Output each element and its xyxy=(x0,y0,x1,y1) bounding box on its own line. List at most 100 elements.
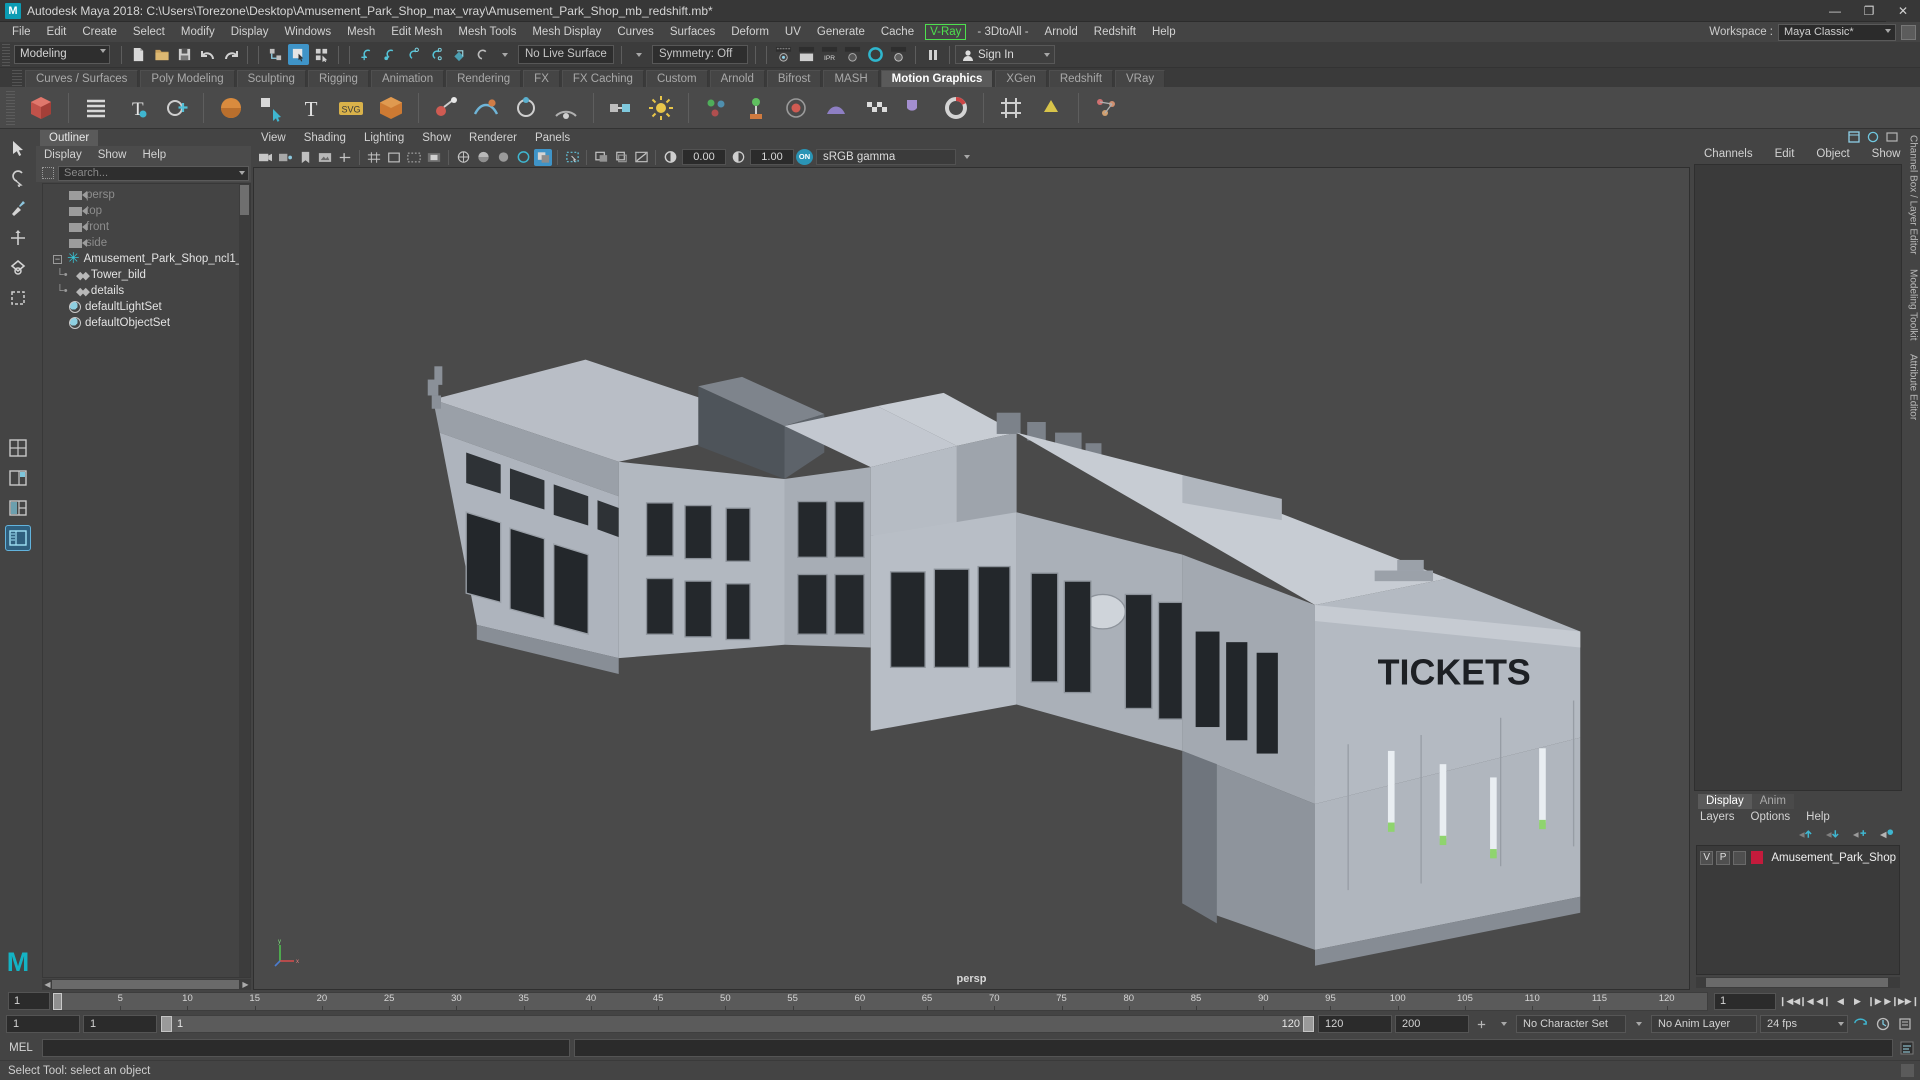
menu-surfaces[interactable]: Surfaces xyxy=(662,22,723,42)
menu-select[interactable]: Select xyxy=(125,22,173,42)
time-slider-ruler[interactable]: 5 10 15 20 25 30 35 40 45 50 55 60 65 70 75 80 85 90 95 100… xyxy=(52,991,1708,1011)
mash-box-icon[interactable] xyxy=(374,91,408,125)
auto-keyframe-icon[interactable] xyxy=(1873,1015,1892,1034)
outliner-tree[interactable]: persp top front side − ✳ Amusement_Park_Shop_n… xyxy=(42,183,251,978)
step-back-key-icon[interactable]: ❙◀ xyxy=(1799,993,1814,1009)
wireframe-shading-icon[interactable] xyxy=(454,149,472,166)
animation-end-field[interactable]: 200 xyxy=(1395,1015,1469,1033)
ambient-occlusion-icon[interactable] xyxy=(612,149,630,166)
make-live-button[interactable] xyxy=(471,44,492,65)
workspace-select[interactable]: Maya Classic* xyxy=(1778,23,1896,41)
outliner-item-top[interactable]: top xyxy=(43,203,250,219)
go-to-end-icon[interactable]: ▶▶❙ xyxy=(1898,993,1919,1009)
shelf-tab-sculpting[interactable]: Sculpting xyxy=(236,70,306,87)
motion-blur-icon[interactable] xyxy=(632,149,650,166)
mash-light-icon[interactable] xyxy=(644,91,678,125)
channel-box-tab-show[interactable]: Show xyxy=(1872,148,1901,160)
step-back-frame-icon[interactable]: ◀❙ xyxy=(1816,993,1831,1009)
menu-redshift[interactable]: Redshift xyxy=(1086,22,1144,42)
shelf-tab-mash[interactable]: MASH xyxy=(823,70,879,87)
select-camera-icon[interactable] xyxy=(256,149,274,166)
search-icon[interactable] xyxy=(42,167,54,179)
add-selected-to-layer-icon[interactable] xyxy=(1879,828,1894,840)
exposure-icon[interactable] xyxy=(661,149,679,166)
shelf-tab-fx-caching[interactable]: FX Caching xyxy=(561,70,644,87)
viewport-menu-lighting[interactable]: Lighting xyxy=(364,132,404,144)
lasso-tool-button[interactable] xyxy=(5,165,31,191)
step-forward-frame-icon[interactable]: ❙▶ xyxy=(1867,993,1882,1009)
outliner-horizontal-scrollbar[interactable]: ◀ ▶ xyxy=(42,979,251,990)
menu-mesh[interactable]: Mesh xyxy=(339,22,383,42)
menu-uv[interactable]: UV xyxy=(777,22,809,42)
gamma-icon[interactable] xyxy=(729,149,747,166)
mash-soft-icon[interactable] xyxy=(819,91,853,125)
mash-network-icon[interactable] xyxy=(24,91,58,125)
menu-curves[interactable]: Curves xyxy=(609,22,661,42)
range-slider-track[interactable]: 1 120 xyxy=(160,1015,1315,1033)
vertical-tab-attribute-editor[interactable]: Attribute Editor xyxy=(1908,354,1919,420)
outliner-tab[interactable]: Outliner xyxy=(40,130,99,146)
mash-trails-icon[interactable] xyxy=(469,91,503,125)
menu-v-ray[interactable]: V-Ray xyxy=(925,24,967,40)
mash-add-icon[interactable] xyxy=(159,91,193,125)
menu-file[interactable]: File xyxy=(4,22,39,42)
select-by-component-type-button[interactable] xyxy=(311,44,332,65)
outliner-item-amusement_park_shop_ncl1_1[interactable]: − ✳ Amusement_Park_Shop_ncl1_1 xyxy=(43,251,250,267)
range-slider-menu-icon[interactable] xyxy=(1472,1015,1491,1034)
play-backwards-icon[interactable]: ◀ xyxy=(1833,993,1848,1009)
image-plane-icon[interactable] xyxy=(316,149,334,166)
scroll-left-icon[interactable]: ◀ xyxy=(43,980,52,989)
mash-signal-icon[interactable] xyxy=(549,91,583,125)
minimize-icon[interactable]: — xyxy=(1818,0,1852,22)
mash-cluster-icon[interactable] xyxy=(699,91,733,125)
mash-type-icon[interactable]: T xyxy=(294,91,328,125)
channel-box-tab-object[interactable]: Object xyxy=(1816,148,1849,160)
shelf-tab-rendering[interactable]: Rendering xyxy=(446,70,522,87)
render-view-button[interactable] xyxy=(888,44,909,65)
viewport-menu-panels[interactable]: Panels xyxy=(535,132,570,144)
script-editor-icon[interactable] xyxy=(1897,1039,1916,1058)
exposure-field[interactable]: 0.00 xyxy=(682,149,726,165)
command-input[interactable] xyxy=(42,1039,570,1057)
character-set-dropdown-arrow[interactable] xyxy=(1494,1015,1513,1034)
grid-toggle-icon[interactable] xyxy=(365,149,383,166)
shelf-tab-redshift[interactable]: Redshift xyxy=(1048,70,1114,87)
persp-viewport[interactable]: TICKETS y x persp xyxy=(253,167,1690,990)
outliner-menu-show[interactable]: Show xyxy=(98,149,127,161)
range-start-handle[interactable] xyxy=(161,1016,172,1032)
shelf-grip-handle[interactable] xyxy=(12,70,22,87)
ipr-render-button[interactable] xyxy=(796,44,817,65)
toolbar-grip-handle[interactable] xyxy=(2,43,10,66)
snap-to-point-button[interactable] xyxy=(402,44,423,65)
snap-to-view-plane-button[interactable] xyxy=(448,44,469,65)
outliner-menu-help[interactable]: Help xyxy=(143,149,167,161)
mash-svg-icon[interactable]: SVG xyxy=(334,91,368,125)
scroll-right-icon[interactable]: ▶ xyxy=(241,980,250,989)
open-scene-button[interactable] xyxy=(151,44,172,65)
shelf-tab-custom[interactable]: Custom xyxy=(645,70,708,87)
menu-create[interactable]: Create xyxy=(74,22,125,42)
menu-mesh-display[interactable]: Mesh Display xyxy=(524,22,609,42)
layer-menu-help[interactable]: Help xyxy=(1806,811,1830,823)
menu-deform[interactable]: Deform xyxy=(723,22,777,42)
select-by-object-type-button[interactable] xyxy=(288,44,309,65)
animation-preferences-icon[interactable] xyxy=(1895,1015,1914,1034)
scrollbar-thumb[interactable] xyxy=(52,980,239,989)
shadows-icon[interactable] xyxy=(592,149,610,166)
step-forward-key-icon[interactable]: ▶❙ xyxy=(1884,993,1899,1009)
menu-3dtoall[interactable]: - 3DtoAll - xyxy=(969,22,1036,42)
playback-start-field[interactable]: 1 xyxy=(83,1015,157,1033)
outliner-menu-display[interactable]: Display xyxy=(44,149,82,161)
layer-color-swatch[interactable] xyxy=(1751,851,1764,864)
color-profile-dropdown-arrow[interactable] xyxy=(958,149,976,166)
vertical-tab-channel-box-layer-editor[interactable]: Channel Box / Layer Editor xyxy=(1908,135,1919,255)
viewport-menu-show[interactable]: Show xyxy=(422,132,451,144)
shelf-tab-motion-graphics[interactable]: Motion Graphics xyxy=(880,70,994,87)
menu-help[interactable]: Help xyxy=(1144,22,1184,42)
shelf-tab-poly-modeling[interactable]: Poly Modeling xyxy=(140,70,235,87)
vertical-tab-modeling-toolkit[interactable]: Modeling Toolkit xyxy=(1908,269,1919,341)
layer-editor-tab-anim[interactable]: Anim xyxy=(1751,794,1794,809)
animation-start-field[interactable]: 1 xyxy=(6,1015,80,1033)
layout-three-pane-button[interactable] xyxy=(5,495,31,521)
layer-list[interactable]: V P Amusement_Park_Shop xyxy=(1696,845,1900,975)
